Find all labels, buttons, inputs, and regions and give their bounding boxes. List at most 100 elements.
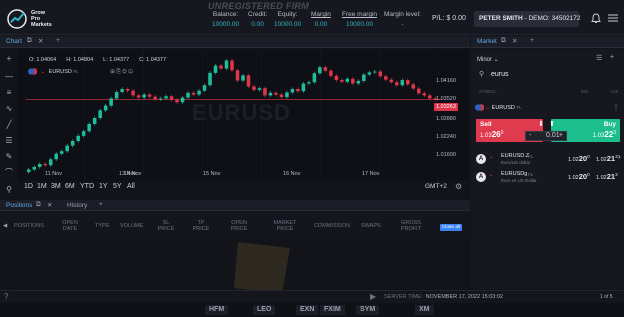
- broker-logo[interactable]: EXN: [296, 305, 319, 315]
- chart-symbol-label[interactable]: ⌄ EURUSD FL ⊞ ⎘ ⛭ ⊡: [28, 68, 133, 76]
- add-tab-icon[interactable]: +: [99, 201, 103, 208]
- x-tick: 15 Nov: [203, 171, 221, 177]
- bell-icon[interactable]: [591, 13, 601, 24]
- candle-body: [252, 86, 256, 90]
- chevron-down-icon: ⌄: [489, 172, 494, 178]
- chart-toolbar-icons[interactable]: ⊞ ⎘ ⛭ ⊡: [110, 69, 133, 75]
- hamburger-menu-icon[interactable]: [608, 14, 618, 22]
- parallel-lines-icon[interactable]: ≡: [4, 88, 14, 98]
- zoom-icon[interactable]: ⚲: [4, 185, 14, 195]
- logo-icon: [7, 9, 27, 29]
- crosshair-icon[interactable]: +: [4, 54, 14, 64]
- close-tab-icon[interactable]: ✕: [47, 201, 52, 209]
- col-volume[interactable]: VOLUME: [120, 223, 143, 229]
- free-margin-stat[interactable]: Free margin 10000.00: [342, 11, 377, 28]
- candle-body: [76, 135, 80, 141]
- candle-body: [48, 159, 53, 166]
- col-positions[interactable]: POSITIONS: [14, 223, 44, 229]
- candle-body: [224, 60, 229, 69]
- tab-chart[interactable]: Chart: [2, 37, 26, 46]
- menu-arrow-icon[interactable]: ◀: [3, 223, 7, 229]
- tab-market[interactable]: Market: [473, 37, 501, 46]
- more-options-icon[interactable]: ⋮: [613, 104, 619, 111]
- popout-icon[interactable]: ⧉: [27, 37, 32, 45]
- col-market-price[interactable]: MARKET PRICE: [270, 220, 300, 232]
- horizontal-line-icon[interactable]: —: [4, 72, 14, 82]
- quantity-stepper[interactable]: - 0.01 +: [525, 131, 567, 141]
- play-icon[interactable]: ▶: [370, 292, 376, 301]
- col-open-date[interactable]: OPEN DATE: [60, 220, 80, 232]
- col-gross-profit[interactable]: GROSS PROFIT: [398, 220, 424, 232]
- col-sl-price[interactable]: SL PRICE: [155, 220, 177, 232]
- broker-logo[interactable]: XM: [415, 305, 434, 315]
- list-item[interactable]: A ⌄ EURUSDg FL Euro vs US Dollar 1.02200…: [476, 170, 620, 187]
- candle-body: [406, 80, 410, 85]
- x-tick: 16 Nov: [283, 171, 301, 177]
- candle-body: [296, 89, 300, 92]
- timeframe-ytd[interactable]: YTD: [80, 183, 94, 190]
- market-view-selector[interactable]: Minor ⌄: [477, 56, 499, 63]
- selected-symbol[interactable]: ⌄ EURUSD FL: [475, 104, 522, 111]
- candle-body: [241, 75, 245, 81]
- popout-icon[interactable]: ⧉: [36, 201, 41, 209]
- broker-logo[interactable]: SYM: [356, 305, 380, 315]
- decrement-icon[interactable]: -: [529, 132, 531, 140]
- timeframe-all[interactable]: All: [127, 183, 135, 190]
- equity-stat: Equity: 10000.00: [274, 11, 302, 28]
- close-tab-icon[interactable]: ✕: [512, 37, 517, 45]
- arrow-down-icon: ⬇: [538, 121, 544, 128]
- chevron-right-icon[interactable]: ›: [618, 152, 621, 161]
- list-view-icon[interactable]: ☰: [596, 54, 602, 62]
- candle-body: [301, 83, 306, 92]
- candle-body: [235, 70, 240, 81]
- timeframe-6m[interactable]: 6M: [65, 183, 75, 190]
- timeframe-5y[interactable]: 5Y: [113, 183, 122, 190]
- add-tab-icon[interactable]: +: [56, 37, 60, 44]
- close-all-button[interactable]: Close all: [440, 224, 462, 231]
- curve-tool-icon[interactable]: ⌒: [4, 168, 14, 178]
- increment-icon[interactable]: +: [559, 132, 563, 140]
- candle-body: [32, 166, 36, 170]
- fibonacci-icon[interactable]: ☰: [4, 136, 14, 146]
- symbol-search-input[interactable]: ⚲ eurus: [477, 69, 618, 81]
- chevron-down-icon: ⌄: [485, 104, 491, 111]
- brush-icon[interactable]: ✎: [4, 152, 14, 162]
- broker-logo[interactable]: FXIM: [320, 305, 345, 315]
- col-commission[interactable]: COMMISSION: [314, 223, 350, 229]
- timeframe-1m[interactable]: 1M: [37, 183, 47, 190]
- broker-logo[interactable]: LEO: [253, 305, 276, 315]
- margin-stat[interactable]: Margin 0.00: [311, 11, 331, 28]
- help-icon[interactable]: ?: [4, 292, 8, 301]
- close-tab-icon[interactable]: ✕: [38, 37, 43, 45]
- candle-body: [318, 67, 322, 74]
- chart-settings-gear-icon[interactable]: ⚙: [455, 182, 462, 191]
- candle-body: [153, 96, 157, 100]
- timeframe-1y[interactable]: 1Y: [99, 183, 108, 190]
- tab-history[interactable]: History: [63, 201, 91, 210]
- col-type[interactable]: TYPE: [95, 223, 109, 229]
- col-open-price[interactable]: OPEN PRICE: [226, 220, 252, 232]
- add-symbol-icon[interactable]: +: [610, 54, 614, 61]
- candle-body: [26, 169, 31, 173]
- col-swaps[interactable]: SWAPS: [361, 223, 381, 229]
- add-tab-icon[interactable]: +: [530, 37, 534, 44]
- instrument-avatar-icon: A: [476, 172, 486, 182]
- timezone-label[interactable]: GMT+2: [425, 183, 447, 190]
- candle-body: [345, 78, 350, 82]
- account-selector[interactable]: PETER SMITH - DEMO: 34502172: [474, 11, 581, 27]
- popout-icon[interactable]: ⧉: [501, 37, 506, 45]
- status-bar: ? ▶ SERVER TIME: NOVEMBER 17, 2022 15:03:…: [0, 290, 624, 303]
- wave-tool-icon[interactable]: ∿: [4, 104, 14, 114]
- candle-body: [87, 123, 91, 132]
- candle-body: [307, 82, 311, 84]
- timeframe-1d[interactable]: 1D: [24, 183, 33, 190]
- list-item[interactable]: A ⌄ EURUSD.Z FL Euro/US dollar 1.02200 1…: [476, 152, 620, 169]
- trend-line-icon[interactable]: ╱: [4, 120, 14, 130]
- broker-logo[interactable]: HFM: [205, 305, 229, 315]
- col-tp-price[interactable]: TP PRICE: [190, 220, 212, 232]
- candle-body: [378, 71, 383, 77]
- tab-positions[interactable]: Positions: [2, 201, 36, 210]
- candle-body: [274, 92, 278, 95]
- timeframe-3m[interactable]: 3M: [51, 183, 61, 190]
- candle-body: [70, 140, 75, 146]
